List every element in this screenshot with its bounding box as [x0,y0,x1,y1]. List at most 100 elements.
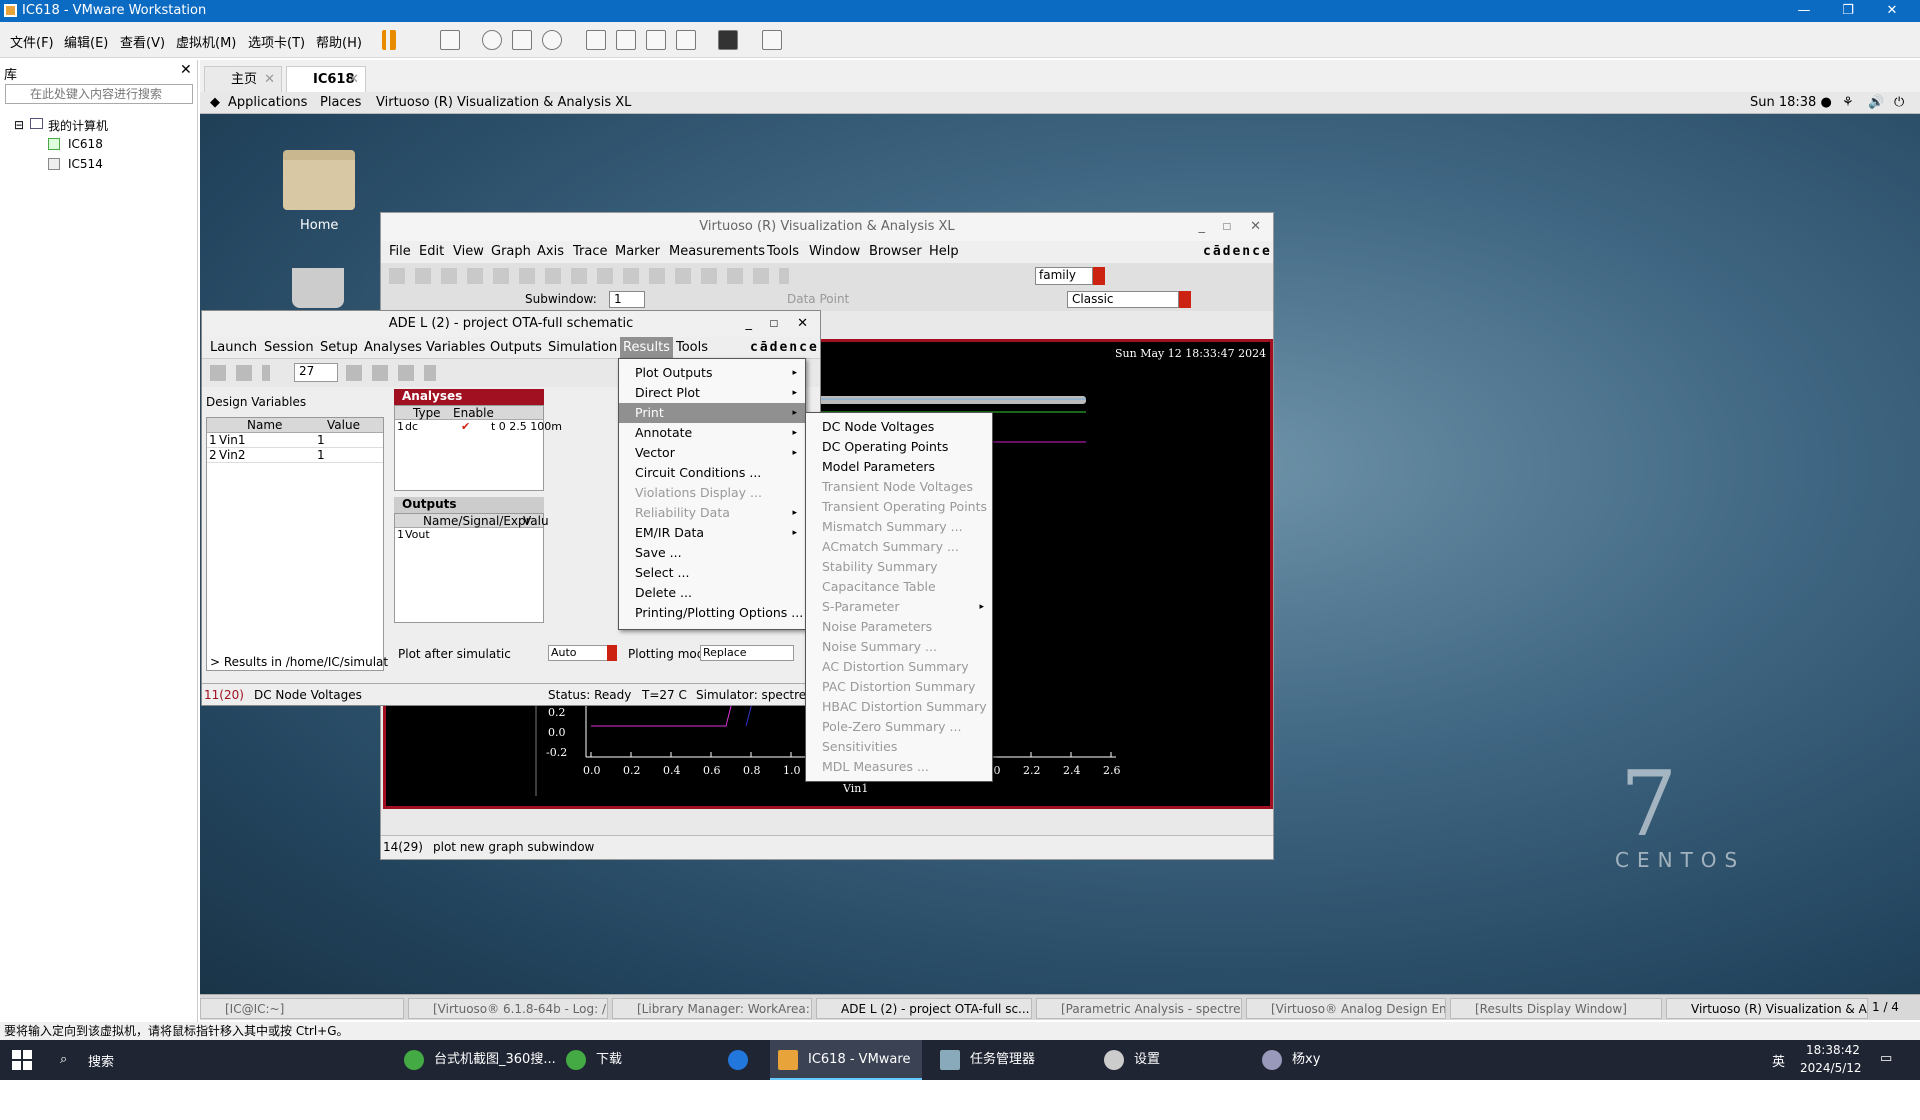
power-icon[interactable]: ⏻ [1894,92,1904,114]
tab-ic618[interactable]: IC618 ✕ [286,66,366,94]
viz-menu-tools[interactable]: Tools [767,241,799,263]
snapshot-icon[interactable] [482,30,502,50]
classic-select[interactable]: Classic [1067,291,1179,308]
taskbar-search-icon[interactable]: ⌕ [60,1052,67,1067]
tree-toggle-icon[interactable]: ⊟ [14,118,24,132]
ade-menu-outputs[interactable]: Outputs [490,337,542,359]
viz-menu-measurements[interactable]: Measurements [669,241,765,263]
table-row[interactable]: 2 Vin2 1 [207,448,383,463]
results-menu-item[interactable]: Circuit Conditions ... [619,463,805,483]
viz-menu-browser[interactable]: Browser [869,241,922,263]
guest-taskbar-item[interactable]: [IC@IC:~] [200,998,404,1019]
print-menu-item[interactable]: Model Parameters [806,457,992,477]
results-menu-item[interactable]: Save ... [619,543,805,563]
family-select[interactable]: family [1035,267,1093,285]
family-dropdown-icon[interactable] [1093,267,1105,285]
tray-date[interactable]: 2024/5/12 [1800,1061,1862,1075]
volume-icon[interactable]: 🔊 [1868,92,1884,114]
results-menu-item[interactable]: Delete ... [619,583,805,603]
results-menu-item[interactable]: Print [619,403,805,423]
results-menu-item[interactable]: Select ... [619,563,805,583]
gnome-clock[interactable]: Sun 18:38 ● [1750,92,1832,114]
viz-menu-window[interactable]: Window [809,241,860,263]
results-menu-item[interactable]: Annotate [619,423,805,443]
table-row[interactable]: 1 Vin1 1 [207,433,383,448]
design-vars-table[interactable]: Name Value 1 Vin1 1 2 Vin2 1 [206,417,384,671]
guest-taskbar-item[interactable]: ADE L (2) - project OTA-full sc... [816,998,1032,1019]
viz-menu-edit[interactable]: Edit [419,241,444,263]
ade-menu-tools[interactable]: Tools [676,337,708,359]
viz-menu-trace[interactable]: Trace [573,241,608,263]
menu-file[interactable]: 文件(F) [10,32,54,51]
snapshot-manager-icon[interactable] [542,30,562,50]
tree-my-computer[interactable]: 我的计算机 [48,117,108,134]
guest-taskbar-item[interactable]: Virtuoso (R) Visualization & A... [1666,998,1868,1019]
print-menu-item[interactable]: DC Operating Points [806,437,992,457]
taskbar-app-downloads[interactable]: 下载 [558,1040,622,1080]
ade-menu-session[interactable]: Session [264,337,314,359]
enable-checkbox[interactable]: ✔ [461,420,470,433]
applications-menu[interactable]: Applications [228,92,307,114]
workspace-indicator[interactable]: 1 / 4 [1872,1000,1899,1014]
table-row[interactable]: 1 dc ✔ t 0 2.5 100m [395,420,562,435]
show-library-icon[interactable] [586,30,606,50]
classic-dropdown-icon[interactable] [1179,291,1191,308]
ade-menu-launch[interactable]: Launch [210,337,257,359]
console-icon[interactable] [718,30,738,50]
outputs-table[interactable]: Name/Signal/Expr Valu 1 Vout [394,513,549,623]
taskbar-search[interactable]: 搜索 [88,1051,114,1070]
viz-menu-graph[interactable]: Graph [491,241,531,263]
ade-toolbar-icons[interactable] [210,365,270,381]
ade-minimize-button[interactable]: _ [746,311,753,337]
plotting-mode-select[interactable]: Replace [700,645,794,661]
guest-taskbar-item[interactable]: [Parametric Analysis - spectre(... [1036,998,1242,1019]
trash-icon[interactable] [292,268,344,308]
guest-taskbar-item[interactable]: [Library Manager: WorkArea: /... [612,998,812,1019]
taskbar-app-vmware[interactable]: IC618 - VMware ... [770,1040,922,1107]
taskbar-app-taskmgr[interactable]: 任务管理器 [932,1040,1035,1080]
analyses-table[interactable]: Type Enable 1 dc ✔ t 0 2.5 100m [394,405,562,491]
viz-close-button[interactable]: ✕ [1250,213,1261,241]
tree-ic618[interactable]: IC618 [68,137,103,151]
library-search-input[interactable]: 在此处键入内容进行搜索 [5,84,193,104]
results-menu-item[interactable]: Direct Plot [619,383,805,403]
close-button[interactable]: ✕ [1872,0,1912,22]
menu-view[interactable]: 查看(V) [120,32,165,51]
restore-button[interactable]: ❐ [1828,0,1868,22]
thumbnail-icon[interactable] [616,30,636,50]
menu-tabs[interactable]: 选项卡(T) [248,32,305,51]
taskbar-app-user[interactable]: 杨xy [1254,1040,1320,1080]
guest-taskbar-item[interactable]: [Virtuoso® 6.1.8-64b - Log: /h... [408,998,608,1019]
network-icon[interactable]: ⚘ [1842,92,1854,114]
ade-menu-variables[interactable]: Variables [426,337,485,359]
temperature-input[interactable]: 27 [294,363,338,382]
ade-toolbar-icons-2[interactable] [346,365,436,381]
taskbar-app-settings[interactable]: 设置 [1096,1040,1160,1080]
ade-menu-simulation[interactable]: Simulation [548,337,617,359]
plot-after-select[interactable]: Auto [548,645,608,661]
viz-toolbar-icons[interactable] [389,268,789,284]
unity-icon[interactable] [676,30,696,50]
fullscreen-icon[interactable] [646,30,666,50]
home-folder-icon[interactable] [283,150,355,210]
ade-maximize-button[interactable]: □ [769,311,778,337]
ade-close-button[interactable]: ✕ [797,311,808,337]
viz-minimize-button[interactable]: _ [1199,213,1206,241]
send-keys-icon[interactable] [440,30,460,50]
windows-start-icon[interactable] [12,1050,32,1070]
plot-after-dropdown-icon[interactable] [607,645,617,661]
guest-taskbar-item[interactable]: [Virtuoso® Analog Design Envi... [1246,998,1446,1019]
viz-menu-view[interactable]: View [453,241,484,263]
menu-edit[interactable]: 编辑(E) [64,32,108,51]
viz-maximize-button[interactable]: □ [1222,213,1231,241]
active-app-label[interactable]: Virtuoso (R) Visualization & Analysis XL [376,92,631,114]
results-menu-item[interactable]: EM/IR Data [619,523,805,543]
viz-menu-axis[interactable]: Axis [537,241,564,263]
pause-icon[interactable] [382,30,396,50]
viz-menu-file[interactable]: File [389,241,411,263]
datapoint-select[interactable]: Data Point [787,292,849,306]
results-menu-item[interactable]: Printing/Plotting Options ... [619,603,805,623]
menu-vm[interactable]: 虚拟机(M) [176,32,236,51]
print-menu-item[interactable]: DC Node Voltages [806,417,992,437]
tree-ic514[interactable]: IC514 [68,157,103,171]
